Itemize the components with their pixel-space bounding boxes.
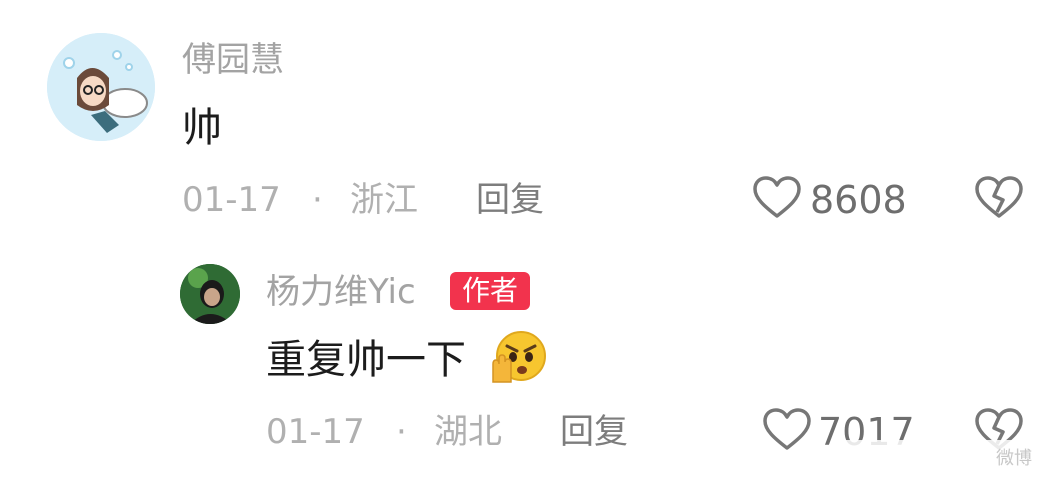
- reply-avatar[interactable]: [180, 264, 240, 324]
- reply-like-button[interactable]: [762, 408, 812, 452]
- reply-reply-button[interactable]: 回复: [560, 412, 628, 452]
- broken-heart-icon: [975, 176, 1023, 218]
- heart-icon: [763, 408, 811, 450]
- watermark-text: 微博: [996, 448, 1032, 469]
- heart-icon: [753, 176, 801, 218]
- comment-dislike-button[interactable]: [974, 176, 1024, 220]
- comment-author-name[interactable]: 傅园慧: [182, 40, 284, 80]
- watermark: 微博: [840, 440, 1040, 470]
- reply-text: 重复帅一下: [266, 337, 466, 383]
- reply-location: 湖北: [434, 412, 502, 452]
- comment-avatar[interactable]: [47, 33, 155, 141]
- comment-like-button[interactable]: [752, 176, 802, 220]
- reply-separator: ·: [396, 412, 407, 452]
- avatar-photo-icon: [180, 264, 240, 324]
- comment-like-count: 8608: [810, 178, 907, 222]
- reply-author-name[interactable]: 杨力维Yic: [266, 272, 416, 312]
- comment-text: 帅: [182, 105, 222, 151]
- comment-location: 浙江: [350, 180, 418, 220]
- author-badge: 作者: [450, 272, 531, 310]
- avatar-illustration-icon: [47, 33, 155, 141]
- reply-date: 01-17: [266, 412, 365, 452]
- comment-date: 01-17: [182, 180, 281, 220]
- angry-face-with-hand-emoji-icon: [487, 330, 547, 386]
- comment-reply-button[interactable]: 回复: [476, 180, 544, 220]
- comment-separator: ·: [312, 180, 323, 220]
